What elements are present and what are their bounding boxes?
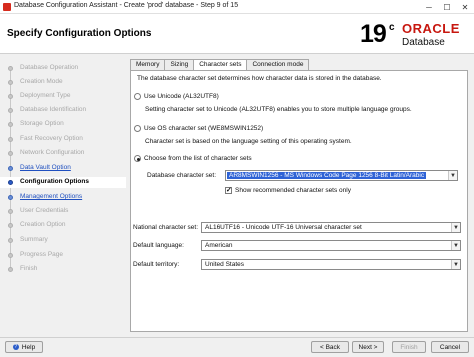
step-progress-page: Progress Page xyxy=(0,250,126,261)
step-current-icon xyxy=(8,180,13,185)
cancel-button[interactable]: Cancel xyxy=(431,341,469,353)
default-territory-select[interactable]: United States ▼ xyxy=(201,259,461,270)
minimize-button[interactable]: ─ xyxy=(420,0,438,14)
character-sets-panel: The database character set determines ho… xyxy=(130,70,468,332)
finish-button[interactable]: Finish xyxy=(392,341,426,353)
close-button[interactable]: ✕ xyxy=(456,0,474,14)
title-bar: Database Configuration Assistant - Creat… xyxy=(0,0,474,14)
step-configuration-options[interactable]: Configuration Options xyxy=(0,177,126,188)
step-dot-icon xyxy=(8,267,13,272)
step-dot-icon xyxy=(8,151,13,156)
step-fast-recovery-option: Fast Recovery Option xyxy=(0,134,126,145)
show-recommended-label[interactable]: Show recommended character sets only xyxy=(235,187,351,194)
step-database-identification: Database Identification xyxy=(0,105,126,116)
database-charset-select[interactable]: AR8MSWIN1256 - MS Windows Code Page 1256… xyxy=(225,170,458,181)
step-dot-icon xyxy=(8,137,13,142)
step-dot-icon xyxy=(8,166,13,171)
default-territory-value: United States xyxy=(205,261,245,268)
config-tabs: Memory Sizing Character sets Connection … xyxy=(130,59,310,71)
step-dot-icon xyxy=(8,253,13,258)
logo-brand: ORACLE xyxy=(402,21,460,36)
default-territory-label: Default territory: xyxy=(133,261,180,268)
oracle-logo: 19 c ORACLE Database xyxy=(360,20,468,50)
choose-from-list-label[interactable]: Choose from the list of character sets xyxy=(144,155,252,162)
maximize-button[interactable]: ☐ xyxy=(438,0,456,14)
step-creation-mode: Creation Mode xyxy=(0,77,126,88)
page-title: Specify Configuration Options xyxy=(7,28,152,39)
show-recommended-checkbox[interactable] xyxy=(225,186,232,194)
use-os-charset-description: Character set is based on the language s… xyxy=(145,138,352,145)
chevron-down-icon: ▼ xyxy=(448,171,457,180)
default-language-label: Default language: xyxy=(133,242,184,249)
step-dot-icon xyxy=(8,195,13,200)
chevron-down-icon: ▼ xyxy=(451,241,460,250)
national-charset-select[interactable]: AL16UTF16 - Unicode UTF-16 Universal cha… xyxy=(201,222,461,233)
use-unicode-radio[interactable] xyxy=(134,93,141,100)
step-management-options[interactable]: Management Options xyxy=(0,192,126,203)
app-icon xyxy=(3,3,11,11)
tab-memory[interactable]: Memory xyxy=(130,59,166,70)
next-button[interactable]: Next > xyxy=(352,341,384,353)
step-creation-option: Creation Option xyxy=(0,220,126,231)
database-charset-label: Database character set: xyxy=(147,172,217,179)
default-language-value: American xyxy=(205,242,233,249)
finish-button-label: Finish xyxy=(400,343,418,351)
database-charset-value: AR8MSWIN1256 - MS Windows Code Page 1256… xyxy=(227,172,427,179)
step-finish: Finish xyxy=(0,264,126,275)
tab-sizing[interactable]: Sizing xyxy=(164,59,195,70)
next-button-label: Next > xyxy=(358,343,378,351)
chevron-down-icon: ▼ xyxy=(451,223,460,232)
logo-version: 19 xyxy=(360,20,387,48)
default-language-select[interactable]: American ▼ xyxy=(201,240,461,251)
help-button[interactable]: ? Help xyxy=(5,341,43,353)
use-os-charset-label[interactable]: Use OS character set (WE8MSWIN1252) xyxy=(144,125,263,132)
chevron-down-icon: ▼ xyxy=(451,260,460,269)
use-os-charset-radio[interactable] xyxy=(134,125,141,132)
step-dot-icon xyxy=(8,80,13,85)
tab-connection-mode[interactable]: Connection mode xyxy=(246,59,310,70)
choose-from-list-radio[interactable] xyxy=(134,155,141,162)
step-dot-icon xyxy=(8,94,13,99)
step-database-operation: Database Operation xyxy=(0,63,126,74)
window-controls: ─ ☐ ✕ xyxy=(420,0,474,14)
help-icon: ? xyxy=(12,344,19,350)
back-button[interactable]: < Back xyxy=(311,341,349,353)
step-dot-icon xyxy=(8,122,13,127)
logo-product: Database xyxy=(402,37,445,48)
step-user-credentials: User Credentials xyxy=(0,206,126,217)
step-summary: Summary xyxy=(0,235,126,246)
use-unicode-label[interactable]: Use Unicode (AL32UTF8) xyxy=(144,93,219,100)
cancel-button-label: Cancel xyxy=(439,343,461,351)
step-data-vault-option[interactable]: Data Vault Option xyxy=(0,163,126,174)
step-dot-icon xyxy=(8,66,13,71)
charset-intro-text: The database character set determines ho… xyxy=(137,75,382,82)
steps-sidebar: Database Operation Creation Mode Deploym… xyxy=(0,55,126,335)
step-storage-option: Storage Option xyxy=(0,119,126,130)
back-button-label: < Back xyxy=(319,343,341,351)
help-button-label: Help xyxy=(21,343,36,351)
step-deployment-type: Deployment Type xyxy=(0,91,126,102)
use-unicode-description: Setting character set to Unicode (AL32UT… xyxy=(145,106,412,113)
window-title: Database Configuration Assistant - Creat… xyxy=(14,2,239,9)
step-dot-icon xyxy=(8,209,13,214)
national-charset-value: AL16UTF16 - Unicode UTF-16 Universal cha… xyxy=(205,224,362,231)
step-dot-icon xyxy=(8,223,13,228)
step-network-configuration: Network Configuration xyxy=(0,148,126,159)
step-dot-icon xyxy=(8,108,13,113)
page-header: Specify Configuration Options 19 c ORACL… xyxy=(0,14,474,54)
national-charset-label: National character set: xyxy=(133,224,199,231)
step-dot-icon xyxy=(8,238,13,243)
footer-separator xyxy=(0,337,474,338)
logo-superscript: c xyxy=(389,22,395,33)
